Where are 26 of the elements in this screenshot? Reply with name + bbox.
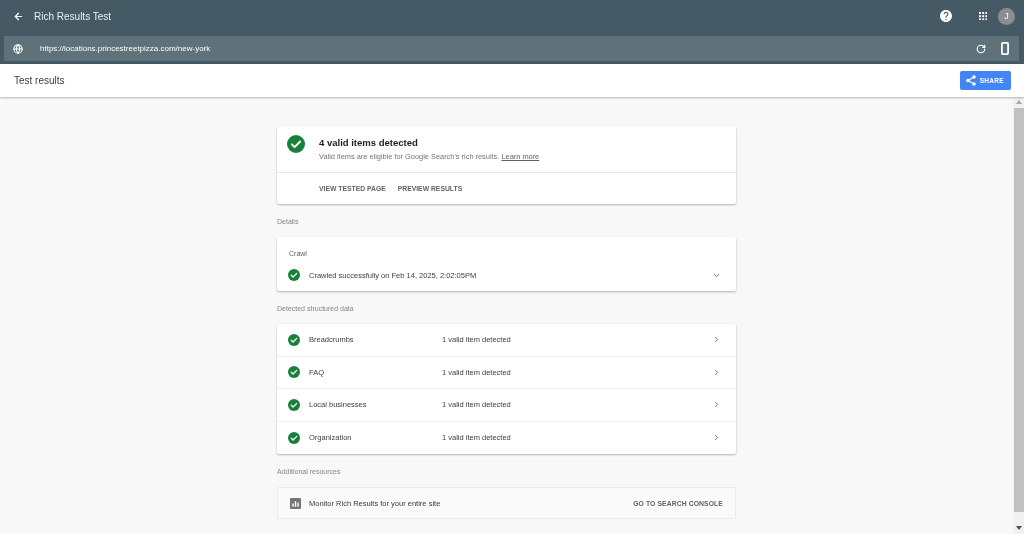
back-arrow-icon[interactable]	[13, 10, 24, 22]
help-icon[interactable]	[939, 10, 952, 22]
bar-chart-icon	[290, 497, 301, 509]
page-title: Test results	[14, 75, 65, 86]
account-avatar[interactable]: J	[998, 7, 1015, 25]
globe-icon	[13, 43, 23, 54]
app-title: Rich Results Test	[34, 10, 112, 22]
check-circle-icon	[287, 135, 305, 153]
chevron-right-icon[interactable]	[712, 400, 721, 410]
url-field[interactable]: https://locations.princestreetpizza.com/new-york	[4, 36, 1019, 61]
scroll-down-arrow-icon[interactable]	[1015, 526, 1022, 530]
check-circle-icon	[288, 366, 300, 379]
chevron-right-icon[interactable]	[712, 433, 721, 443]
smartphone-icon[interactable]	[1001, 42, 1009, 55]
url-input[interactable]: https://locations.princestreetpizza.com/new-york	[40, 42, 956, 55]
summary-title: 4 valid items detected	[319, 136, 419, 150]
check-circle-icon	[288, 269, 300, 281]
chevron-right-icon[interactable]	[712, 335, 721, 345]
chevron-right-icon[interactable]	[712, 367, 721, 377]
apps-grid-icon[interactable]	[978, 11, 987, 21]
check-circle-icon	[288, 333, 300, 346]
check-circle-icon	[288, 431, 300, 444]
check-circle-icon	[288, 398, 300, 411]
scroll-up-arrow-icon[interactable]	[1015, 100, 1022, 104]
refresh-icon[interactable]	[976, 43, 986, 54]
share-icon	[965, 75, 976, 86]
